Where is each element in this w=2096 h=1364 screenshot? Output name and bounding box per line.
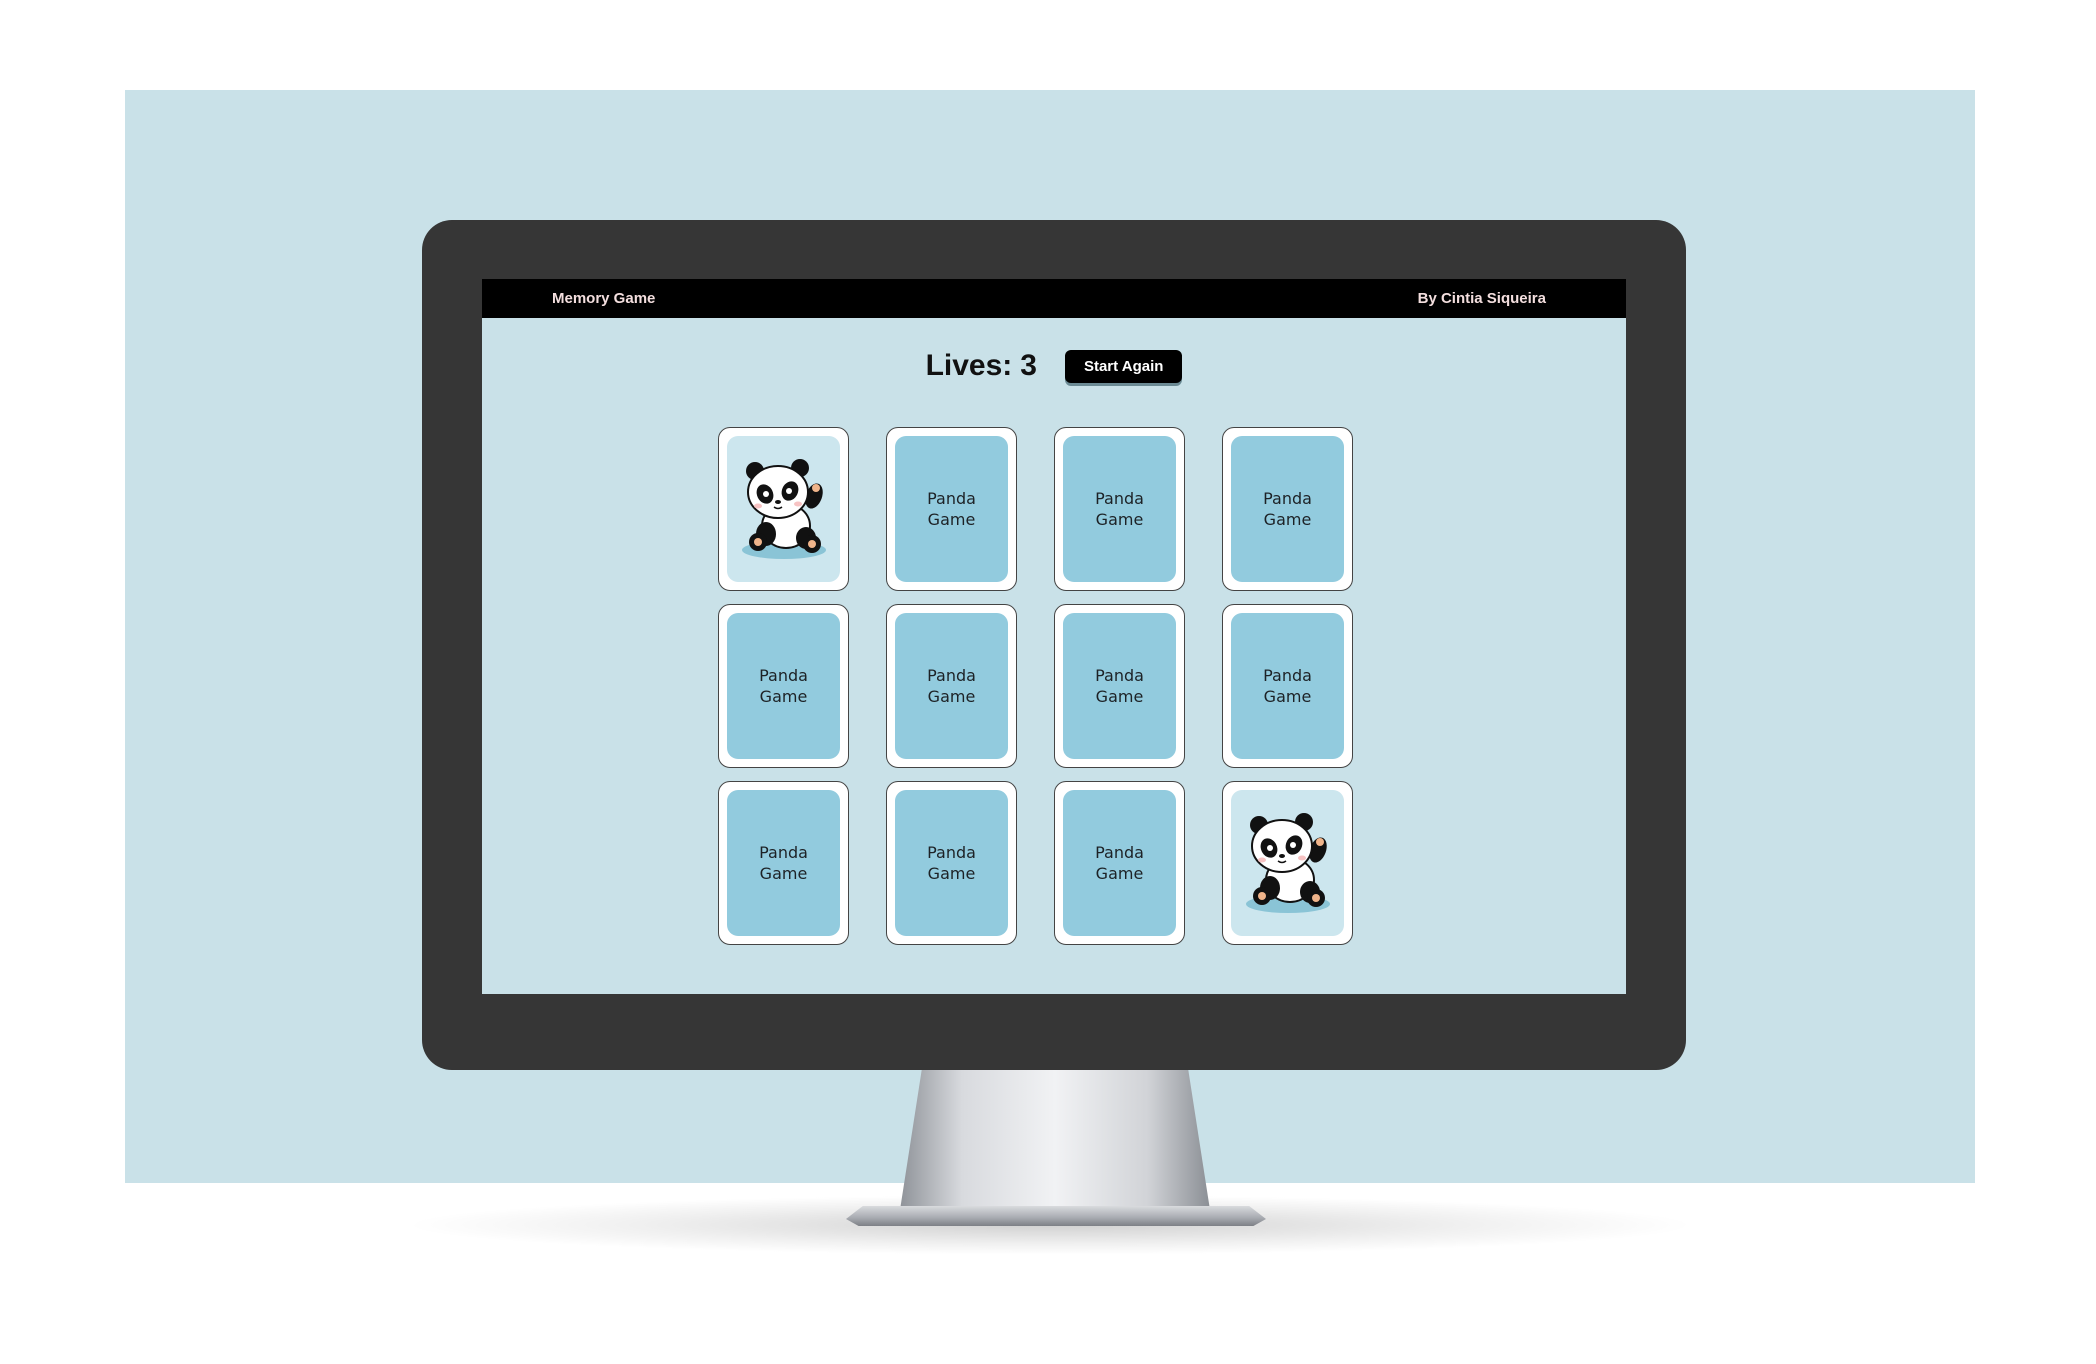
monitor-bezel: Memory Game By Cintia Siqueira Lives: 3 …: [422, 220, 1686, 1070]
card-back-label-line1: Panda: [759, 666, 808, 685]
memory-card[interactable]: [718, 427, 849, 591]
card-back: Panda Game: [1231, 613, 1344, 759]
card-back: Panda Game: [1063, 790, 1176, 936]
card-grid: Panda Game Panda Game Panda Game Panda Game Pand…: [718, 427, 1368, 945]
card-back-label-line1: Panda: [1263, 489, 1312, 508]
memory-card[interactable]: Panda Game: [718, 781, 849, 945]
start-again-button[interactable]: Start Again: [1064, 349, 1183, 383]
memory-card[interactable]: Panda Game: [1054, 781, 1185, 945]
game-screen: Memory Game By Cintia Siqueira Lives: 3 …: [482, 279, 1626, 994]
card-back-label-line1: Panda: [1095, 489, 1144, 508]
memory-card[interactable]: Panda Game: [886, 604, 1017, 768]
card-back-label-line1: Panda: [927, 489, 976, 508]
memory-card[interactable]: Panda Game: [718, 604, 849, 768]
memory-card[interactable]: [1222, 781, 1353, 945]
card-back: Panda Game: [727, 790, 840, 936]
card-back-label-line2: Game: [759, 687, 808, 706]
memory-card[interactable]: Panda Game: [1222, 604, 1353, 768]
card-front: [1231, 790, 1344, 936]
card-back-label-line2: Game: [1095, 687, 1144, 706]
monitor-stand-base: [846, 1206, 1266, 1226]
card-back: Panda Game: [1063, 613, 1176, 759]
memory-card[interactable]: Panda Game: [1054, 427, 1185, 591]
card-back-label-line1: Panda: [927, 843, 976, 862]
navbar: Memory Game By Cintia Siqueira: [482, 279, 1626, 318]
card-back-label-line2: Game: [759, 864, 808, 883]
card-back: Panda Game: [895, 436, 1008, 582]
panda-icon: [741, 459, 826, 559]
memory-card[interactable]: Panda Game: [1222, 427, 1353, 591]
card-back: Panda Game: [895, 790, 1008, 936]
memory-card[interactable]: Panda Game: [1054, 604, 1185, 768]
panda-icon: [1245, 813, 1330, 913]
author-credit: By Cintia Siqueira: [1417, 290, 1546, 307]
card-back-label-line1: Panda: [1263, 666, 1312, 685]
card-back: Panda Game: [1063, 436, 1176, 582]
card-back: Panda Game: [895, 613, 1008, 759]
card-back-label-line2: Game: [927, 510, 976, 529]
card-back-label-line2: Game: [1095, 510, 1144, 529]
card-back-label-line1: Panda: [1095, 666, 1144, 685]
card-front: [727, 436, 840, 582]
card-back-label-line1: Panda: [927, 666, 976, 685]
card-back-label-line2: Game: [1263, 687, 1312, 706]
monitor-stand-neck: [900, 1070, 1210, 1210]
memory-card[interactable]: Panda Game: [886, 781, 1017, 945]
card-back-label-line2: Game: [1095, 864, 1144, 883]
card-back-label-line1: Panda: [759, 843, 808, 862]
memory-card[interactable]: Panda Game: [886, 427, 1017, 591]
lives-value: 3: [1020, 349, 1037, 382]
card-back-label-line2: Game: [927, 687, 976, 706]
card-back-label-line2: Game: [1263, 510, 1312, 529]
lives-label: Lives:: [925, 349, 1013, 382]
card-back-label-line1: Panda: [1095, 843, 1144, 862]
app-title: Memory Game: [552, 290, 656, 307]
lives-counter: Lives: 3: [926, 349, 1037, 383]
card-back-label-line2: Game: [927, 864, 976, 883]
card-back: Panda Game: [1231, 436, 1344, 582]
card-back: Panda Game: [727, 613, 840, 759]
status-bar: Lives: 3 Start Again: [482, 349, 1626, 383]
